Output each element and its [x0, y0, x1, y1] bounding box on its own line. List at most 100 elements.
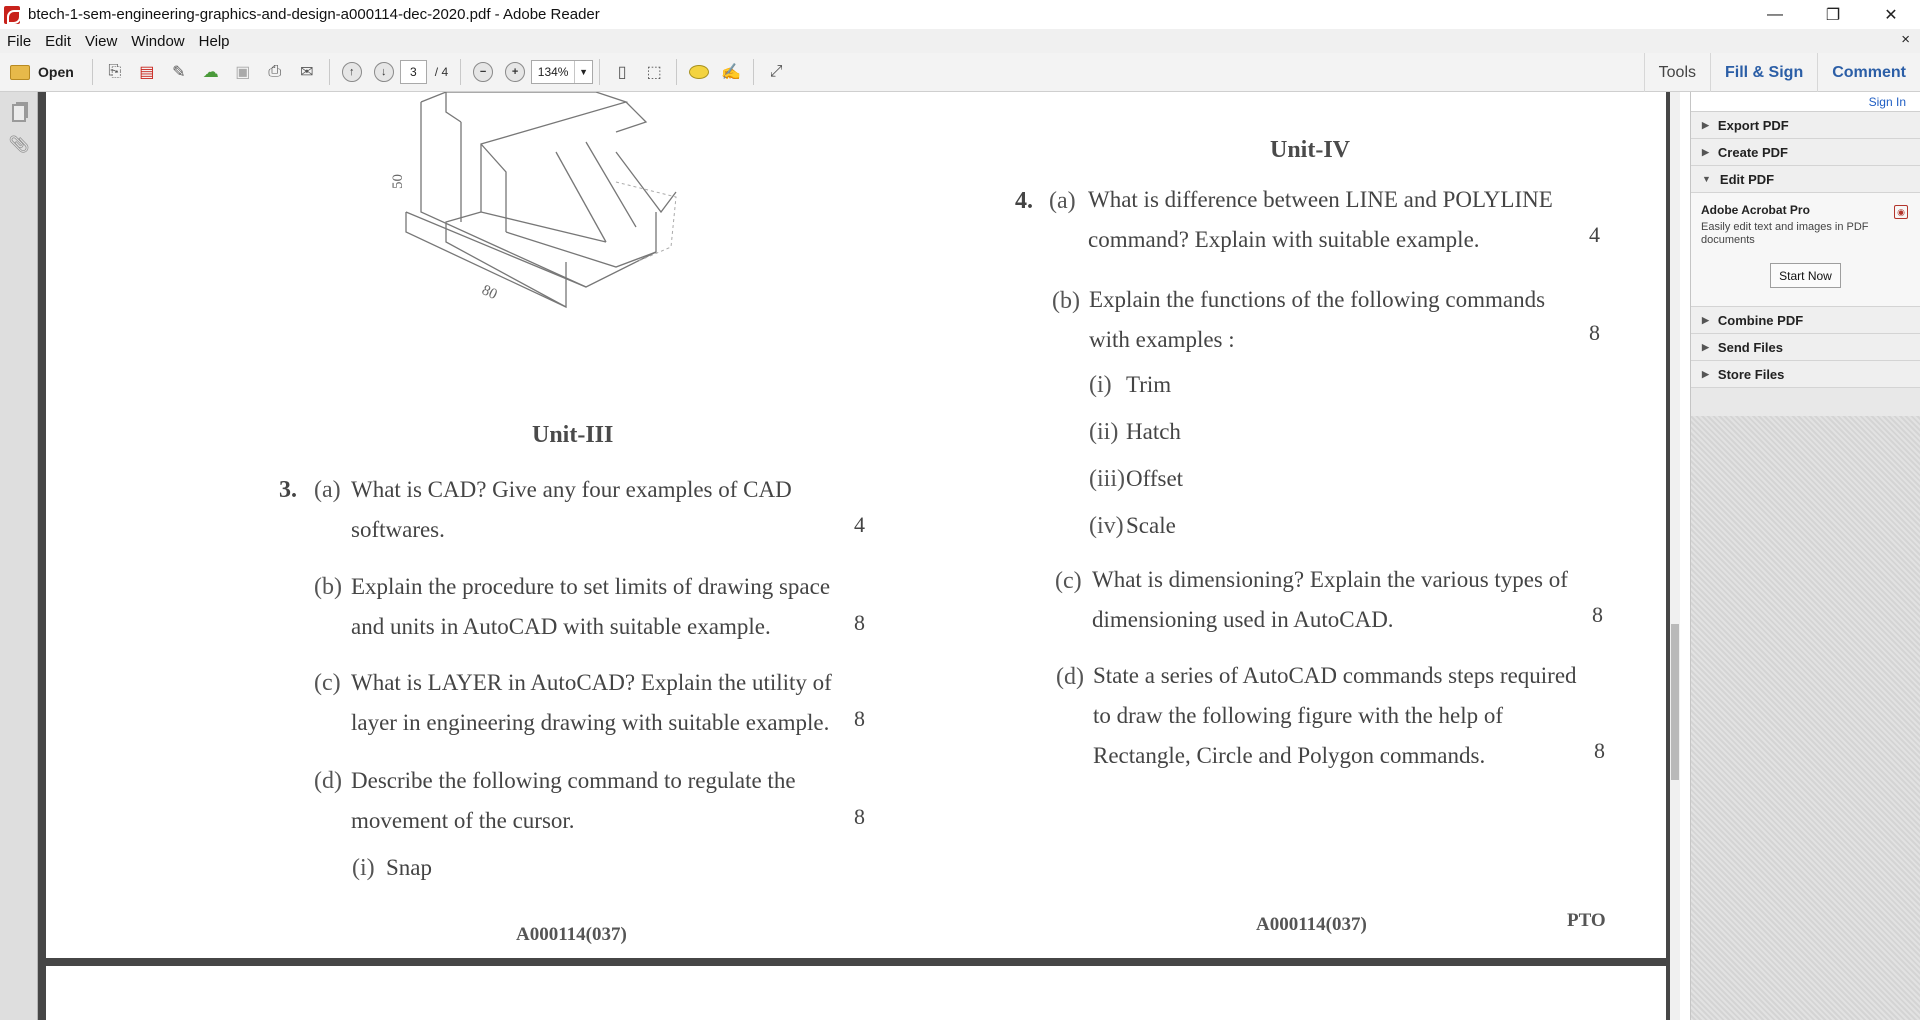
zoom-in-button[interactable]: + [501, 58, 529, 86]
tab-tools[interactable]: Tools [1643, 53, 1710, 92]
q3b-line-2: and units in AutoCAD with suitable examp… [351, 614, 771, 639]
title-bar: btech-1-sem-engineering-graphics-and-des… [0, 0, 1920, 29]
close-button[interactable]: ✕ [1862, 0, 1920, 29]
q4c-line-1: What is dimensioning? Explain the variou… [1092, 567, 1568, 592]
q4a-part: (a) [1049, 188, 1076, 214]
q3b-line-1: Explain the procedure to set limits of d… [351, 574, 831, 599]
sign-in-link[interactable]: Sign In [1691, 92, 1920, 112]
acrobat-pro-description: Easily edit text and images in PDF docum… [1701, 221, 1869, 246]
toolbar-separator [460, 59, 462, 85]
menu-window[interactable]: Window [124, 33, 191, 50]
full-screen-icon[interactable]: ⤢ [762, 58, 790, 86]
q4b-marks: 8 [1589, 320, 1600, 345]
toolbar-separator [753, 59, 755, 85]
q3b-part: (b) [314, 574, 342, 600]
toolbar-tabs: Tools Fill & Sign Comment [1643, 53, 1920, 92]
q3a-line-2: softwares. [351, 517, 445, 542]
highlight-text-icon[interactable]: ✍ [717, 58, 745, 86]
fit-page-icon[interactable]: ▯ [608, 58, 636, 86]
q4c-line-2: dimensioning used in AutoCAD. [1092, 607, 1394, 632]
q3d-marks: 8 [854, 804, 865, 829]
q3c-part: (c) [314, 670, 341, 696]
q3c-line-1: What is LAYER in AutoCAD? Explain the ut… [351, 670, 832, 695]
edit-pdf-label: Edit PDF [1719, 171, 1775, 187]
previous-page-button[interactable]: ↑ [338, 58, 366, 86]
convert-pdf-icon[interactable]: ▤ [133, 58, 161, 86]
acrobat-pro-title: Adobe Acrobat Pro [1701, 203, 1810, 217]
unit-iii-heading: Unit-III [532, 422, 614, 448]
q3d-line-2: movement of the cursor. [351, 808, 575, 833]
figure-dimension-50: 50 [390, 174, 406, 189]
q3a-marks: 4 [854, 512, 865, 537]
zoom-out-button[interactable]: − [469, 58, 497, 86]
tab-comment[interactable]: Comment [1817, 53, 1920, 92]
sticky-note-button[interactable] [685, 58, 713, 86]
question-4-number: 4. [1015, 188, 1033, 214]
zoom-select[interactable]: 134% ▼ [531, 60, 594, 84]
q4d-part: (d) [1056, 664, 1084, 690]
scrollbar-thumb[interactable] [1671, 624, 1679, 780]
acrobat-promo: Adobe Acrobat Pro Easily edit text and i… [1691, 193, 1920, 307]
next-page-button[interactable]: ↓ [370, 58, 398, 86]
start-now-button[interactable]: Start Now [1770, 263, 1841, 288]
create-pdf-section[interactable]: ▶ Create PDF [1691, 139, 1920, 166]
q3d-i-number: (i) [352, 855, 375, 881]
q3d-part: (d) [314, 768, 342, 794]
combine-pdf-section[interactable]: ▶ Combine PDF [1691, 307, 1920, 334]
page-thumbnails-button[interactable] [9, 102, 29, 124]
q4b-iii-number: (iii) [1089, 466, 1125, 492]
fit-width-icon[interactable]: ⬚ [640, 58, 668, 86]
menu-view[interactable]: View [78, 33, 124, 50]
chevron-down-icon[interactable]: ▼ [574, 61, 592, 83]
toolbar: Open ⎘ ▤ ✎ ☁ ▣ ⎙ ✉ ↑ ↓ 3 / 4 − + 134% ▼ … [0, 53, 1920, 92]
q4c-marks: 8 [1592, 602, 1603, 627]
menu-bar: File Edit View Window Help × [0, 29, 1920, 53]
cloud-upload-icon[interactable]: ☁ [197, 58, 225, 86]
tab-fill-sign[interactable]: Fill & Sign [1710, 53, 1817, 92]
minimize-button[interactable]: — [1746, 0, 1804, 29]
open-button[interactable]: Open [0, 58, 86, 86]
triangle-right-icon: ▶ [1702, 314, 1709, 325]
export-pdf-section[interactable]: ▶ Export PDF [1691, 112, 1920, 139]
menu-edit[interactable]: Edit [38, 33, 78, 50]
comment-bubble-icon [689, 65, 710, 79]
unit-iv-heading: Unit-IV [1270, 137, 1351, 163]
triangle-right-icon: ▶ [1702, 341, 1709, 352]
edit-pdf-icon[interactable]: ✎ [165, 58, 193, 86]
pdf-page: 50 80 Unit-III 3. (a) What is CAD? Give … [46, 92, 1666, 958]
menu-file[interactable]: File [0, 33, 38, 50]
q4b-iv-number: (iv) [1089, 513, 1124, 539]
print-icon[interactable]: ⎙ [261, 58, 289, 86]
tools-pane: Sign In ▶ Export PDF ▶ Create PDF ▼ Edit PD… [1690, 92, 1920, 1020]
navigation-pane: 📎︎ [0, 92, 38, 1020]
store-files-section[interactable]: ▶ Store Files [1691, 361, 1920, 388]
q3b-marks: 8 [854, 610, 865, 635]
q4b-line-1: Explain the functions of the following c… [1089, 287, 1546, 312]
page-total: / 4 [434, 65, 449, 79]
create-pdf-icon[interactable]: ⎘ [101, 58, 129, 86]
attachments-button[interactable]: 📎︎ [8, 134, 30, 156]
document-viewer[interactable]: 50 80 Unit-III 3. (a) What is CAD? Give … [38, 92, 1680, 1020]
q4d-line-2: to draw the following figure with the he… [1093, 703, 1504, 728]
q4b-iii-text: Offset [1126, 466, 1184, 491]
vertical-scrollbar[interactable] [1670, 92, 1680, 1020]
store-files-label: Store Files [1717, 366, 1785, 382]
close-document-button[interactable]: × [1901, 31, 1910, 48]
toolbar-separator [599, 59, 601, 85]
edit-pdf-section[interactable]: ▼ Edit PDF [1691, 166, 1920, 193]
q4a-marks: 4 [1589, 222, 1600, 247]
export-pdf-label: Export PDF [1717, 117, 1789, 133]
pto-label: PTO [1567, 910, 1606, 931]
page-number-input[interactable]: 3 [399, 60, 427, 84]
menu-help[interactable]: Help [192, 33, 237, 50]
q4d-line-3: Rectangle, Circle and Polygon commands. [1093, 743, 1486, 768]
q4b-part: (b) [1052, 288, 1080, 314]
save-icon[interactable]: ▣ [229, 58, 257, 86]
restore-button[interactable]: ❐ [1804, 0, 1862, 29]
send-files-section[interactable]: ▶ Send Files [1691, 334, 1920, 361]
q3d-line-1: Describe the following command to regula… [351, 768, 796, 793]
email-icon[interactable]: ✉ [293, 58, 321, 86]
q4b-ii-text: Hatch [1126, 419, 1181, 444]
page-footer-code-left: A000114(037) [516, 924, 627, 945]
paperclip-icon: 📎︎ [8, 135, 30, 154]
